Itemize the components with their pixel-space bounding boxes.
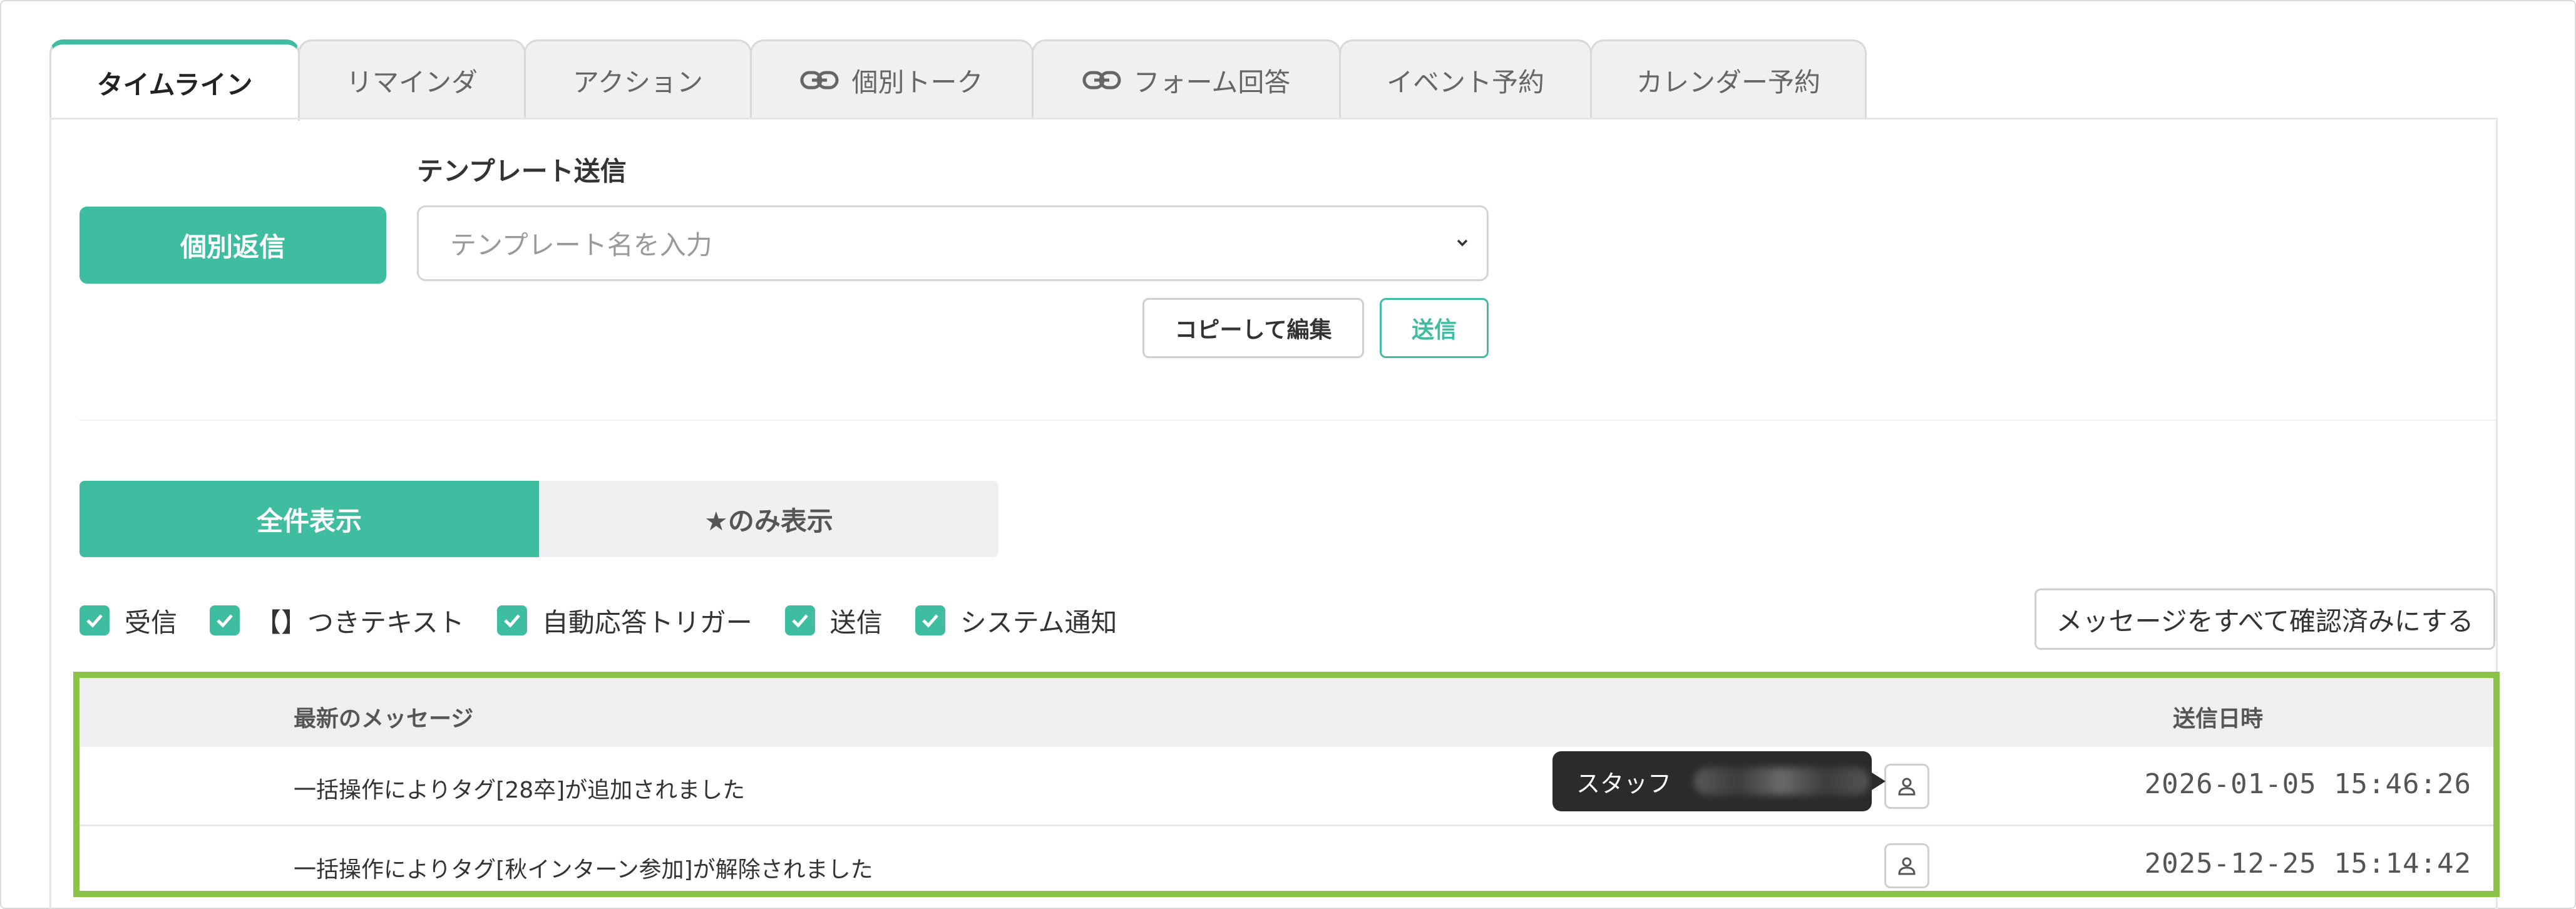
individual-reply-button[interactable]: 個別返信 [80, 207, 386, 284]
template-select-placeholder: テンプレート名を入力 [450, 230, 712, 260]
message-text: 一括操作によりタグ[秋インターン参加]が解除されました [294, 857, 873, 883]
filter-bracket-text[interactable]: 【】つきテキスト [210, 602, 464, 640]
tooltip-staff-label: スタッフ [1576, 769, 1672, 798]
table-row[interactable]: 一括操作によりタグ[28卒]が追加されました 2026-01-05 15:46:… [80, 747, 2493, 826]
tab-calendar-booking[interactable]: カレンダー予約 [1590, 39, 1867, 119]
user-icon [1898, 778, 1916, 796]
tab-label: タイムライン [96, 69, 253, 100]
table-header: 最新のメッセージ 送信日時 [80, 678, 2493, 747]
sent-at-text: 2025-12-25 15:14:42 [2144, 848, 2471, 880]
filter-label: システム通知 [960, 607, 1117, 638]
filter-label: 自動応答トリガー [541, 607, 752, 638]
section-divider [80, 419, 2496, 421]
show-all-button[interactable]: 全件表示 [80, 481, 539, 557]
template-select[interactable]: テンプレート名を入力 [417, 205, 1489, 281]
tab-label: リマインダ [346, 66, 478, 98]
staff-tooltip: スタッフ [1552, 751, 1886, 811]
checkbox-checked-icon[interactable] [915, 605, 945, 635]
tab-form-response[interactable]: フォーム回答 [1032, 39, 1341, 119]
sent-at-text: 2026-01-05 15:46:26 [2144, 768, 2471, 800]
filter-label: 受信 [125, 607, 178, 638]
link-icon [1082, 71, 1121, 90]
tab-label: 個別トーク [851, 66, 983, 98]
tab-label: アクション [573, 66, 703, 98]
filter-system-notice[interactable]: システム通知 [915, 602, 1117, 640]
chevron-down-icon [1457, 239, 1468, 247]
checkbox-checked-icon[interactable] [210, 605, 240, 635]
link-icon [800, 71, 839, 90]
redacted-staff-name [1694, 768, 1870, 795]
template-send-label: テンプレート送信 [417, 156, 627, 187]
checkbox-checked-icon[interactable] [80, 605, 110, 635]
tab-action[interactable]: アクション [524, 39, 752, 119]
filter-sent[interactable]: 送信 [784, 602, 883, 640]
tab-bar: タイムライン リマインダ アクション 個別トーク フォーム回答 イベント予約 カ… [49, 39, 1867, 121]
table-row[interactable]: 一括操作によりタグ[秋インターン参加]が解除されました 2025-12-25 1… [80, 826, 2493, 904]
tab-label: カレンダー予約 [1636, 66, 1820, 98]
header-latest-message: 最新のメッセージ [294, 706, 474, 732]
checkbox-checked-icon[interactable] [496, 605, 527, 635]
mark-all-read-button[interactable]: メッセージをすべて確認済みにする [2035, 588, 2495, 650]
filter-label: 【】つきテキスト [255, 607, 464, 638]
staff-button[interactable] [1884, 843, 1929, 888]
user-icon [1898, 857, 1916, 875]
template-send-button[interactable]: 送信 [1380, 298, 1489, 358]
view-toggle: 全件表示 ★のみ表示 [80, 481, 998, 557]
message-table: 最新のメッセージ 送信日時 一括操作によりタグ[28卒]が追加されました 202… [73, 672, 2500, 897]
tab-reminder[interactable]: リマインダ [298, 39, 526, 119]
tab-individual-talk[interactable]: 個別トーク [750, 39, 1034, 119]
header-sent-at: 送信日時 [2173, 706, 2264, 732]
show-starred-button[interactable]: ★のみ表示 [539, 481, 998, 557]
staff-button[interactable] [1884, 764, 1929, 809]
tab-label: フォーム回答 [1133, 66, 1291, 98]
tab-event-booking[interactable]: イベント予約 [1339, 39, 1592, 119]
message-type-filters: 受信 【】つきテキスト 自動応答トリガー 送信 システム通知 [80, 598, 1150, 643]
filter-auto-reply-trigger[interactable]: 自動応答トリガー [496, 602, 752, 640]
filter-label: 送信 [829, 607, 883, 638]
tab-label: イベント予約 [1386, 66, 1544, 98]
tab-timeline[interactable]: タイムライン [49, 39, 300, 121]
message-text: 一括操作によりタグ[28卒]が追加されました [294, 778, 746, 803]
checkbox-checked-icon[interactable] [784, 605, 815, 635]
filter-received[interactable]: 受信 [80, 602, 177, 640]
copy-and-edit-button[interactable]: コピーして編集 [1142, 298, 1364, 358]
